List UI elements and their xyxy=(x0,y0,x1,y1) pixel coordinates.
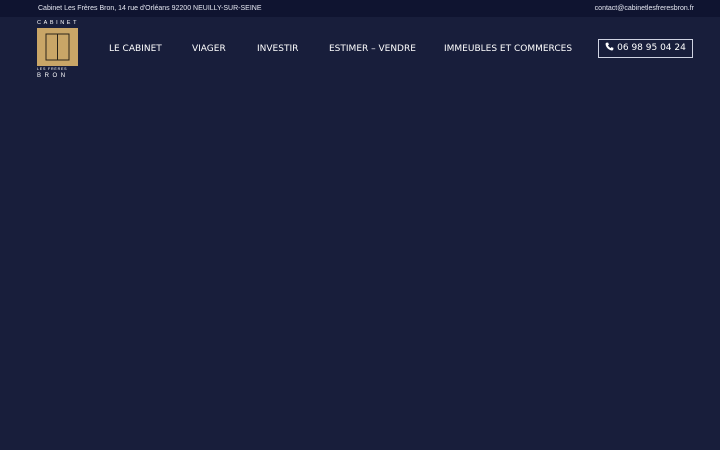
top-info-bar: Cabinet Les Frères Bron, 14 rue d'Orléan… xyxy=(0,0,720,17)
nav-item-estimer-vendre[interactable]: ESTIMER – VENDRE xyxy=(329,41,416,57)
email-link[interactable]: contact@cabinetlesfreresbron.fr xyxy=(595,0,694,17)
logo-top-text: CABINET xyxy=(37,20,79,26)
site-header: CABINET LES FRÈRES BRON LE CABINET VIAGE… xyxy=(0,17,720,81)
logo-name-text: BRON xyxy=(37,73,69,79)
address-text: Cabinet Les Frères Bron, 14 rue d'Orléan… xyxy=(38,5,262,12)
logo-monogram xyxy=(37,28,78,66)
nav-item-investir[interactable]: INVESTIR xyxy=(257,41,298,57)
phone-number: 06 98 95 04 24 xyxy=(617,43,686,53)
nav-item-le-cabinet[interactable]: LE CABINET xyxy=(109,41,162,57)
phone-button[interactable]: 06 98 95 04 24 xyxy=(598,39,693,58)
phone-icon xyxy=(605,42,614,51)
nav-item-viager[interactable]: VIAGER xyxy=(192,41,226,57)
monogram-icon xyxy=(37,28,78,66)
main-content-area xyxy=(0,81,720,450)
logo-link[interactable]: CABINET LES FRÈRES BRON xyxy=(37,20,79,80)
nav-item-immeubles-commerces[interactable]: IMMEUBLES ET COMMERCES xyxy=(444,41,572,57)
